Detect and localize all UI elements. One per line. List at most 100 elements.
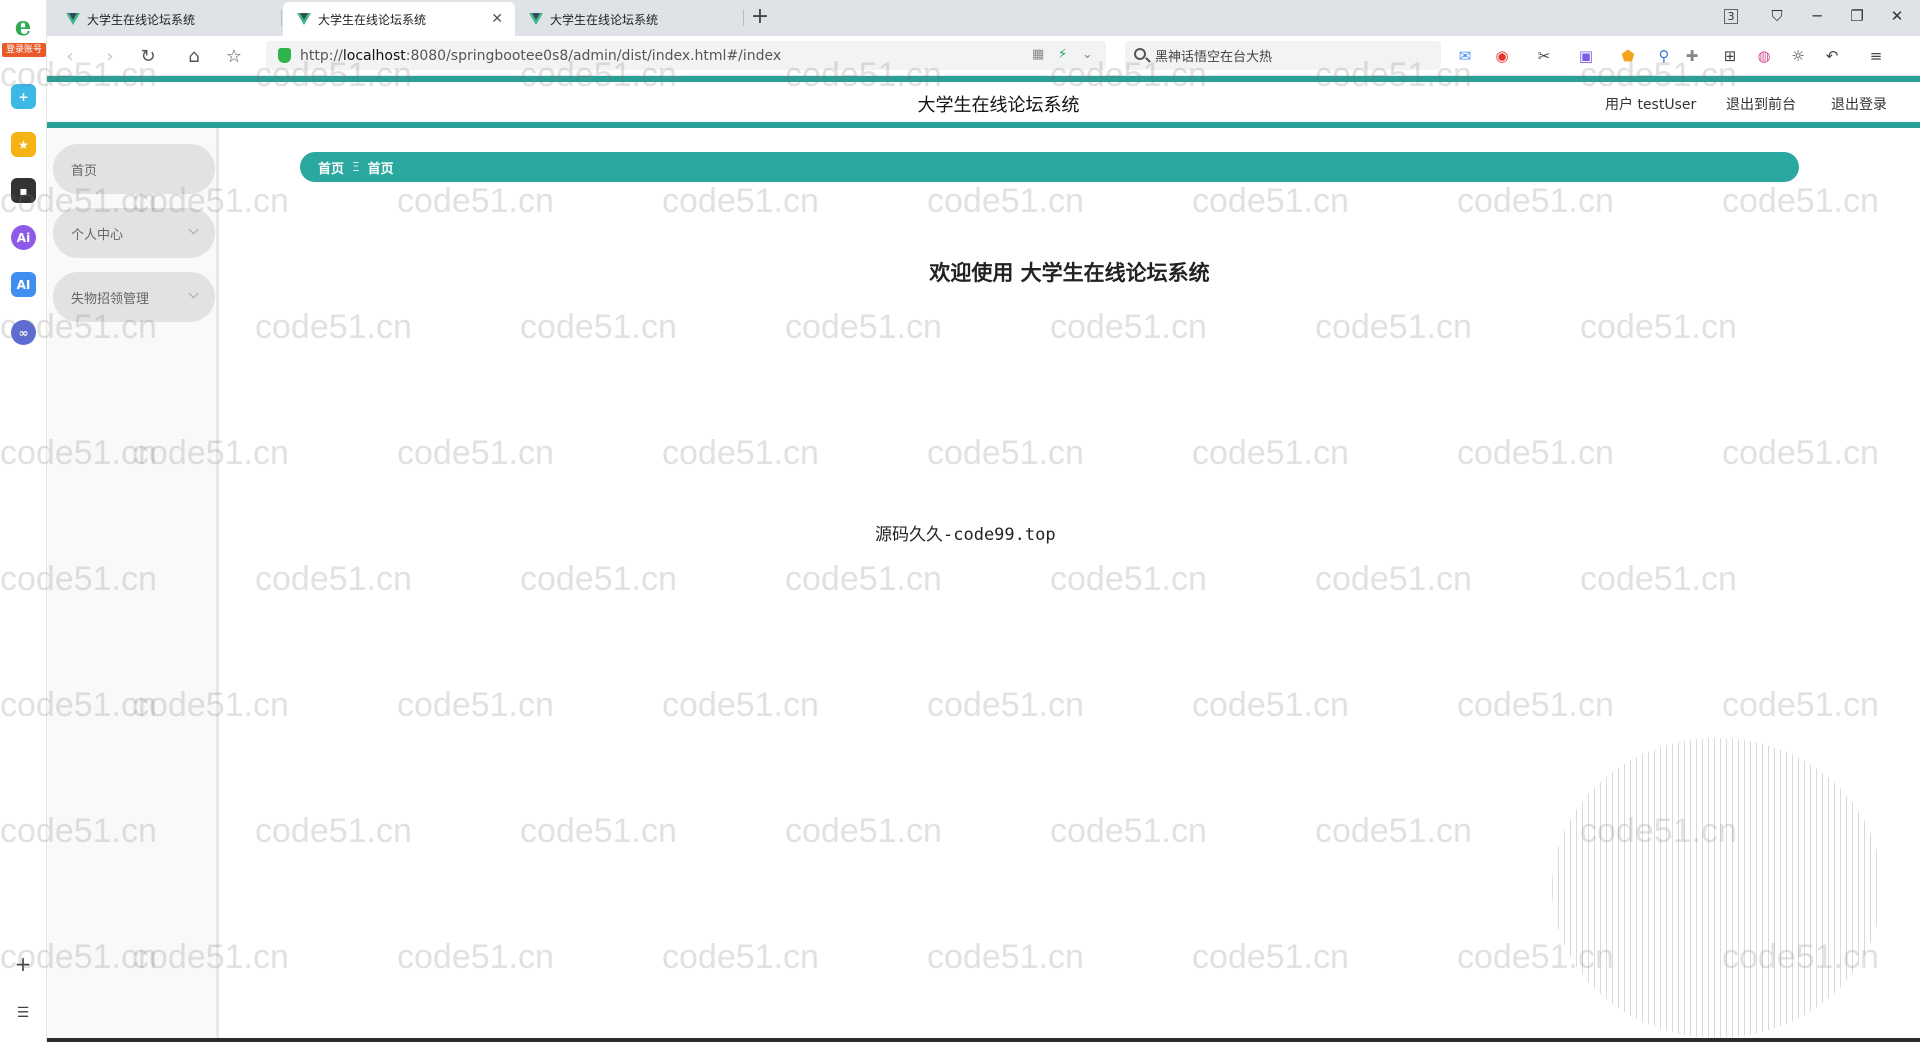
watermark-text: code51.cn xyxy=(927,686,1084,724)
front-page-link[interactable]: 退出到前台 xyxy=(1726,94,1796,114)
header-accent-line xyxy=(47,122,1920,128)
watermark-text: code51.cn xyxy=(520,560,677,598)
watermark-text: code51.cn xyxy=(1192,686,1349,724)
brightness-icon[interactable]: ☼ xyxy=(1787,45,1809,67)
tab-divider xyxy=(743,10,744,26)
browser-logo-icon[interactable]: e xyxy=(10,14,36,40)
watermark-text: code51.cn xyxy=(1050,812,1207,850)
add-icon[interactable]: + xyxy=(12,952,34,976)
welcome-heading: 欢迎使用 大学生在线论坛系统 xyxy=(929,261,1210,285)
browser-tab[interactable]: 大学生在线论坛系统 xyxy=(515,2,747,36)
search-icon xyxy=(1134,48,1146,60)
magnifier-ext-icon[interactable]: ⚲ xyxy=(1653,45,1675,67)
menu-item-label: 首页 xyxy=(71,163,98,179)
menu-item-label: 个人中心 xyxy=(71,227,124,243)
color-wheel-icon[interactable]: ◍ xyxy=(1753,45,1775,67)
breadcrumb-separator-icon: Ξ xyxy=(352,160,360,174)
watermark-text: code51.cn xyxy=(1722,182,1879,220)
browser-tab[interactable]: 大学生在线论坛系统 xyxy=(52,2,284,36)
vue-logo-icon xyxy=(529,13,543,25)
weibo-icon[interactable]: ◉ xyxy=(1491,45,1513,67)
search-box[interactable]: 黑神话悟空在台大热 xyxy=(1125,41,1441,70)
logout-link[interactable]: 退出登录 xyxy=(1831,94,1887,114)
address-bar[interactable]: http://localhost:8080/springbootee0s8/ad… xyxy=(266,41,1106,70)
bot-app-icon[interactable]: ∞ xyxy=(11,320,36,345)
watermark-text: code51.cn xyxy=(397,686,554,724)
watermark-text: code51.cn xyxy=(927,434,1084,472)
puzzle-icon[interactable]: ✚ xyxy=(1681,45,1703,67)
qr-code-icon[interactable]: ▦ xyxy=(1032,47,1044,62)
breadcrumb-home[interactable]: 首页 xyxy=(318,158,344,177)
watermark-text: code51.cn xyxy=(927,182,1084,220)
menu-item-personal-center[interactable]: 个人中心 xyxy=(53,208,215,258)
breadcrumb-current: 首页 xyxy=(367,161,394,177)
chevron-down-icon xyxy=(188,224,199,235)
side-menu: 首页 个人中心 失物招领管理 xyxy=(47,128,219,1042)
menu-item-home[interactable]: 首页 xyxy=(53,144,215,194)
watermark-text: code51.cn xyxy=(1050,560,1207,598)
menu-icon[interactable]: ≡ xyxy=(1865,45,1887,67)
shirt-skin-icon[interactable]: ⛉ xyxy=(1765,7,1789,25)
mail-icon[interactable]: ✉ xyxy=(1454,45,1476,67)
undo-icon[interactable]: ↶ xyxy=(1821,45,1843,67)
watermark-text: code51.cn xyxy=(1050,308,1207,346)
vue-logo-icon xyxy=(66,13,80,25)
grid-apps-icon[interactable]: ⊞ xyxy=(1719,45,1741,67)
source-text: 源码久久-code99.top xyxy=(875,525,1056,545)
watermark-text: code51.cn xyxy=(1457,434,1614,472)
lightning-icon[interactable]: ⚡ xyxy=(1058,47,1067,62)
watermark-text: code51.cn xyxy=(255,812,412,850)
star-app-icon[interactable]: ★ xyxy=(11,132,36,157)
home-icon[interactable]: ⌂ xyxy=(181,44,207,68)
url-prefix: http:// xyxy=(300,47,343,64)
list-icon[interactable]: ☰ xyxy=(12,1005,34,1021)
watermark-text: code51.cn xyxy=(785,812,942,850)
watermark-text: code51.cn xyxy=(785,560,942,598)
watermark-text: code51.cn xyxy=(785,308,942,346)
tab-title: 大学生在线论坛系统 xyxy=(550,12,659,27)
watermark-text: code51.cn xyxy=(1722,686,1879,724)
scissors-icon[interactable]: ✂ xyxy=(1533,45,1555,67)
translate-icon[interactable]: ▣ xyxy=(1575,45,1597,67)
back-icon[interactable]: ‹ xyxy=(57,44,83,68)
current-user-label: 用户 testUser xyxy=(1605,97,1697,113)
watermark-text: code51.cn xyxy=(662,686,819,724)
ai-app-icon[interactable]: Ai xyxy=(11,225,36,250)
new-tab-button[interactable]: + xyxy=(747,4,773,29)
chat-robot-icon[interactable]: ▪ xyxy=(11,178,36,203)
secure-shield-icon xyxy=(278,48,291,63)
watermark-text: code51.cn xyxy=(662,434,819,472)
close-tab-icon[interactable]: ✕ xyxy=(491,11,503,27)
ai-assistant-icon[interactable]: AI xyxy=(11,272,36,297)
shield-ext-icon[interactable]: ⬟ xyxy=(1617,45,1639,67)
menu-item-lost-found[interactable]: 失物招领管理 xyxy=(53,272,215,322)
breadcrumb: 首页 Ξ 首页 xyxy=(300,152,1799,182)
tab-title: 大学生在线论坛系统 xyxy=(318,12,427,27)
watermark-text: code51.cn xyxy=(520,308,677,346)
vue-logo-icon xyxy=(297,13,311,25)
watermark-text: code51.cn xyxy=(1315,812,1472,850)
watermark-text: code51.cn xyxy=(1457,686,1614,724)
watermark-text: code51.cn xyxy=(1580,560,1737,598)
minimize-icon[interactable]: ─ xyxy=(1805,7,1829,25)
browser-side-strip: e 登录账号 + ★ ▪ Ai AI ∞ + ☰ xyxy=(0,0,47,1042)
reload-icon[interactable]: ↻ xyxy=(135,44,161,68)
browser-tab-bar: 大学生在线论坛系统 大学生在线论坛系统 ✕ 大学生在线论坛系统 + 3 ⛉ ─ … xyxy=(47,0,1920,36)
watermark-text: code51.cn xyxy=(520,812,677,850)
watermark-text: code51.cn xyxy=(1580,308,1737,346)
app-header: 大学生在线论坛系统 用户 testUser 退出到前台 退出登录 xyxy=(47,82,1920,122)
forward-icon[interactable]: › xyxy=(97,44,123,68)
watermark-text: code51.cn xyxy=(1192,938,1349,976)
login-badge[interactable]: 登录账号 xyxy=(2,43,46,57)
chevron-down-icon xyxy=(188,288,199,299)
browser-tab-active[interactable]: 大学生在线论坛系统 ✕ xyxy=(283,2,515,36)
browser-toolbar: ‹ › ↻ ⌂ ☆ http://localhost:8080/springbo… xyxy=(47,36,1920,76)
url-host: localhost xyxy=(342,47,406,64)
tab-count-icon[interactable]: 3 xyxy=(1724,9,1738,24)
close-window-icon[interactable]: ✕ xyxy=(1885,7,1909,25)
dropdown-chevron-icon[interactable]: ⌄ xyxy=(1082,47,1093,62)
restore-icon[interactable]: ❐ xyxy=(1845,7,1869,25)
bookmark-star-icon[interactable]: ☆ xyxy=(221,44,247,68)
app-plus-icon[interactable]: + xyxy=(11,84,36,109)
menu-item-label: 失物招领管理 xyxy=(71,291,150,307)
